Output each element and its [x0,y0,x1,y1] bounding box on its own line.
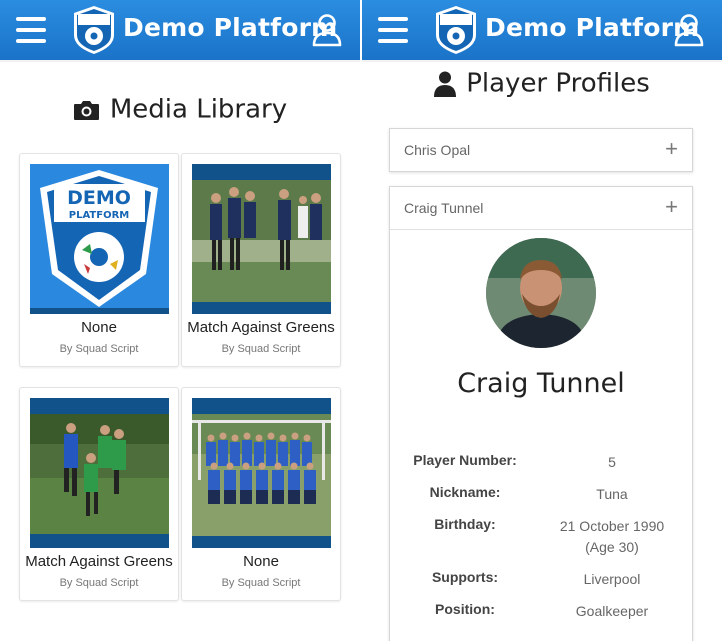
player-accordion: Chris Opal + [389,128,693,172]
app-header: Demo Platform [0,0,360,60]
detail-value: Goalkeeper [575,603,649,619]
logo-text-demo: DEMO [67,187,131,209]
avatar [486,238,596,348]
plus-icon[interactable]: + [665,138,678,160]
birthday-date: 21 October 1990 [559,518,665,534]
page-title: Media Library [0,94,360,125]
detail-label: Position: [435,601,495,617]
hamburger-icon[interactable] [378,17,408,43]
player-profile: Craig Tunnel Player Number: 5 Nickname: … [390,229,692,641]
media-author: By Squad Script [59,343,139,355]
media-thumbnail [192,398,331,548]
media-thumbnail: DEMO PLATFORM [30,164,169,314]
media-card[interactable]: None By Squad Script [181,387,341,601]
section-title-text: Player Profiles [466,68,650,99]
page-title: Player Profiles [362,68,722,99]
match-photo [192,164,331,314]
split-view: Demo Platform Media Library DEMO PLATFOR… [0,0,722,641]
media-caption: Match Against Greens [187,319,335,336]
profile-name: Craig Tunnel [457,368,625,399]
player-row-craig-tunnel[interactable]: Craig Tunnel + [390,187,692,229]
detail-label: Birthday: [434,516,496,532]
media-card[interactable]: Match Against Greens By Squad Script [19,387,179,601]
player-row-chris-opal[interactable]: Chris Opal + [390,129,692,171]
player-name: Craig Tunnel [404,200,484,216]
page-content: Media Library DEMO PLATFORM None By Squa… [0,62,360,641]
plus-icon[interactable]: + [665,196,678,218]
section-title-text: Media Library [109,94,288,125]
profiles-panel: Player Profiles Chris Opal + Craig Tunne… [362,62,722,641]
detail-label: Nickname: [429,484,501,500]
hamburger-icon[interactable] [16,17,46,43]
media-author: By Squad Script [221,577,301,589]
user-icon[interactable] [673,13,705,47]
logo-text-platform: PLATFORM [69,210,130,221]
page-content: Player Profiles Chris Opal + Craig Tunne… [362,62,722,641]
detail-value: Liverpool [583,571,641,587]
detail-value: 5 [608,454,616,470]
logo-image: DEMO PLATFORM [30,164,169,314]
user-icon[interactable] [311,13,343,47]
media-card[interactable]: Match Against Greens By Squad Script [181,153,341,367]
brand-title: Demo Platform [485,13,700,42]
media-library-screen: Demo Platform Media Library DEMO PLATFOR… [0,0,360,641]
logo-icon [436,6,476,54]
camera-icon [73,100,99,120]
media-author: By Squad Script [59,577,139,589]
media-caption: None [243,553,279,570]
person-icon [434,71,457,97]
match-photo [30,398,169,548]
media-caption: None [81,319,117,336]
media-author: By Squad Script [221,343,301,355]
brand-title: Demo Platform [123,13,338,42]
app-header: Demo Platform [362,0,722,60]
logo-icon [74,6,114,54]
detail-value: Tuna [596,486,628,502]
player-name: Chris Opal [404,142,471,158]
media-panel: Media Library DEMO PLATFORM None By Squa… [0,62,360,641]
media-caption: Match Against Greens [25,553,173,570]
player-profiles-screen: Demo Platform Player Profiles Chris Opal [362,0,722,641]
detail-value: 21 October 1990 (Age 30) [532,516,692,558]
detail-label: Player Number: [413,452,517,468]
media-card[interactable]: DEMO PLATFORM None By Squad Script [19,153,179,367]
team-photo [192,398,331,548]
media-thumbnail [30,398,169,548]
media-thumbnail [192,164,331,314]
player-accordion: Craig Tunnel + Craig Tunnel Player Numbe… [389,186,693,641]
detail-label: Supports: [431,569,499,585]
birthday-age: (Age 30) [585,539,639,555]
